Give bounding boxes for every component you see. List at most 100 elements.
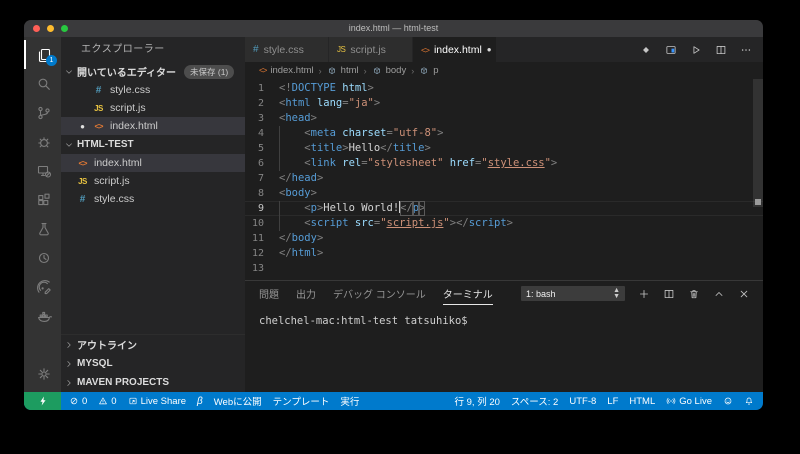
html-file-icon: <> xyxy=(421,45,429,55)
activity-item-docker[interactable] xyxy=(24,301,61,330)
breadcrumb-item-html[interactable]: html xyxy=(327,65,359,76)
section-mysql[interactable]: MYSQL xyxy=(61,354,245,373)
status-template[interactable]: テンプレート xyxy=(273,394,330,408)
status-beta[interactable]: β xyxy=(197,396,203,407)
section-アウトライン[interactable]: アウトライン xyxy=(61,335,245,354)
panel-tab-問題[interactable]: 問題 xyxy=(259,282,279,305)
tree-item[interactable]: #style.css xyxy=(61,190,245,208)
open-editors-header[interactable]: 開いているエディター 未保存 (1) xyxy=(61,62,245,81)
bug-icon xyxy=(36,134,52,150)
split-terminal-button[interactable] xyxy=(663,288,675,300)
status-label: UTF-8 xyxy=(569,396,596,407)
status-go-live[interactable]: Go Live xyxy=(666,396,712,407)
activity-item-timeline[interactable] xyxy=(24,243,61,272)
status-eol[interactable]: LF xyxy=(607,396,618,407)
activity-item-settings[interactable] xyxy=(24,359,61,388)
close-window-button[interactable] xyxy=(33,25,40,32)
code-token: > xyxy=(317,231,323,246)
code-token: head xyxy=(285,111,310,126)
line-number: 10 xyxy=(245,216,279,231)
zoom-window-button[interactable] xyxy=(61,25,68,32)
activity-item-debug[interactable] xyxy=(24,127,61,156)
breadcrumb: <>index.html›html›body›p xyxy=(245,62,763,79)
tree-item[interactable]: JSscript.js xyxy=(61,172,245,190)
maximize-panel-button[interactable] xyxy=(713,288,725,300)
activity-item-testing[interactable] xyxy=(24,214,61,243)
code-token: DOCTYPE xyxy=(292,81,336,96)
code-line[interactable]: 8<body> xyxy=(245,186,763,201)
run-code-button[interactable] xyxy=(690,44,702,56)
status-run[interactable]: 実行 xyxy=(340,394,359,408)
code-line[interactable]: 5 <title>Hello</title> xyxy=(245,141,763,156)
open-editor-item[interactable]: JSscript.js xyxy=(61,99,245,117)
code-line[interactable]: 4 <meta charset="utf-8"> xyxy=(245,126,763,141)
code-token: > xyxy=(311,111,317,126)
tab-index.html[interactable]: <>index.html● xyxy=(413,37,497,62)
tab-script.js[interactable]: JSscript.js xyxy=(329,37,413,62)
panel-tab-デバッグ コンソール[interactable]: デバッグ コンソール xyxy=(333,282,426,305)
status-errors[interactable]: 0 xyxy=(69,396,87,407)
code-line[interactable]: 10 <script src="script.js"></script> xyxy=(245,216,763,231)
new-terminal-button[interactable] xyxy=(638,288,650,300)
activity-item-remote-explorer[interactable] xyxy=(24,156,61,185)
close-panel-button[interactable] xyxy=(738,288,750,300)
status-notifications[interactable] xyxy=(744,396,754,406)
code-line[interactable]: 1<!DOCTYPE html> xyxy=(245,81,763,96)
status-indentation[interactable]: スペース: 2 xyxy=(511,394,558,408)
editor-scrollbar[interactable] xyxy=(753,79,763,207)
code-editor[interactable]: 1<!DOCTYPE html>2<html lang="ja">3<head>… xyxy=(245,79,763,280)
title-bar[interactable]: index.html — html-test xyxy=(24,20,763,37)
split-editor-button[interactable] xyxy=(715,44,727,56)
more-actions-button[interactable] xyxy=(740,44,752,56)
code-token: title xyxy=(393,141,425,156)
terminal[interactable]: chelchel-mac:html-test tatsuhiko$ xyxy=(245,306,763,392)
activity-item-source-control[interactable] xyxy=(24,98,61,127)
code-line[interactable]: 12</html> xyxy=(245,246,763,261)
activity-item-explorer[interactable]: 1 xyxy=(24,40,61,69)
status-live-share[interactable]: Live Share xyxy=(128,396,186,407)
open-editor-item[interactable]: ●<>index.html xyxy=(61,117,245,135)
status-language-mode[interactable]: HTML xyxy=(629,396,655,407)
open-editor-item[interactable]: #style.css xyxy=(61,81,245,99)
file-label: script.js xyxy=(110,102,146,114)
activity-item-search[interactable] xyxy=(24,69,61,98)
panel-tab-ターミナル[interactable]: ターミナル xyxy=(443,282,493,305)
select-stepper-icon: ▲▼ xyxy=(613,288,620,300)
dirty-dot[interactable]: ● xyxy=(487,45,492,54)
status-cursor-position[interactable]: 行 9, 列 20 xyxy=(455,394,500,408)
tab-style.css[interactable]: #style.css xyxy=(245,37,329,62)
minimize-window-button[interactable] xyxy=(47,25,54,32)
open-preview-button[interactable] xyxy=(665,44,677,56)
breadcrumb-item-p[interactable]: p xyxy=(419,65,438,76)
activity-item-live-share[interactable] xyxy=(24,272,61,301)
status-publish-web[interactable]: Webに公開 xyxy=(214,394,262,408)
folder-header[interactable]: HTML-TEST xyxy=(61,135,245,154)
panel-tab-出力[interactable]: 出力 xyxy=(296,282,316,305)
remote-indicator[interactable] xyxy=(24,392,61,410)
code-line[interactable]: 13 xyxy=(245,261,763,276)
activity-item-extensions[interactable] xyxy=(24,185,61,214)
code-line[interactable]: 3<head> xyxy=(245,111,763,126)
chevron-right-icon xyxy=(61,359,77,369)
status-label: HTML xyxy=(629,396,655,407)
kill-terminal-button[interactable] xyxy=(688,288,700,300)
tab-bar: #style.cssJSscript.js<>index.html● xyxy=(245,37,763,62)
code-line[interactable]: 2<html lang="ja"> xyxy=(245,96,763,111)
code-line[interactable]: 11</body> xyxy=(245,231,763,246)
tree-item[interactable]: <>index.html xyxy=(61,154,245,172)
status-feedback[interactable] xyxy=(723,396,733,406)
error-icon xyxy=(69,396,79,406)
breadcrumb-item-body[interactable]: body xyxy=(372,65,407,76)
terminal-select[interactable]: 1: bash▲▼ xyxy=(521,286,625,301)
signal-pen-icon xyxy=(36,279,52,295)
status-encoding[interactable]: UTF-8 xyxy=(569,396,596,407)
status-warnings[interactable]: 0 xyxy=(98,396,116,407)
code-line[interactable]: 7</head> xyxy=(245,171,763,186)
code-token: > xyxy=(317,246,323,261)
format-button[interactable] xyxy=(640,44,652,56)
breadcrumb-item-index.html[interactable]: <>index.html xyxy=(259,65,314,76)
code-line[interactable]: 9 <p>Hello World!</p> xyxy=(245,201,763,216)
section-maven-projects[interactable]: MAVEN PROJECTS xyxy=(61,373,245,392)
code-line[interactable]: 6 <link rel="stylesheet" href="style.css… xyxy=(245,156,763,171)
gear-icon xyxy=(36,366,52,382)
